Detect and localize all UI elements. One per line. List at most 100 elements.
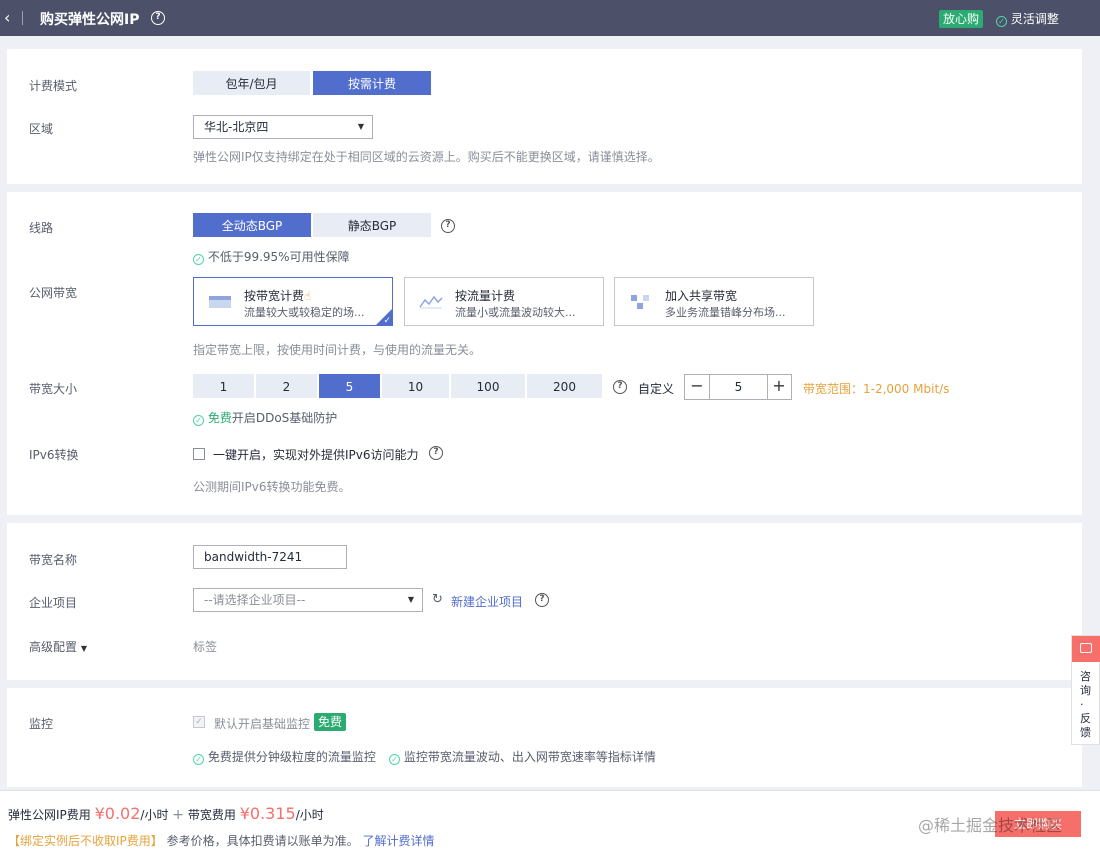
panel-monitor: [7, 688, 1082, 787]
ip-warning: 【绑定实例后不收取IP费用】: [8, 834, 163, 848]
panel-network: [7, 192, 1082, 515]
advanced-toggle[interactable]: 高级配置 ▼: [29, 638, 87, 655]
ip-price: ¥0.02: [94, 804, 141, 823]
line-label: 线路: [29, 221, 54, 235]
card-subtitle: 多业务流量错峰分布场...: [665, 306, 786, 319]
feedback-text: 咨询·反馈: [1080, 670, 1091, 739]
monitor-checkbox: ✓: [193, 716, 205, 728]
help-icon[interactable]: ?: [151, 11, 165, 25]
card-by-bandwidth[interactable]: 按带宽计费☝ 流量较大或较稳定的场... ✓: [193, 277, 393, 326]
shared-icon: [631, 295, 649, 309]
per-hour: /小时: [295, 808, 324, 822]
billing-option-yearly[interactable]: 包年/包月: [193, 71, 310, 95]
bandwidth-size-label: 带宽大小: [29, 382, 78, 396]
help-icon[interactable]: ?: [441, 219, 455, 233]
custom-label: 自定义: [638, 382, 675, 396]
bandwidth-input[interactable]: 5: [709, 375, 768, 399]
size-option-5[interactable]: 5: [319, 374, 380, 398]
card-by-traffic[interactable]: 按流量计费 流量小或流量波动较大...: [404, 277, 604, 326]
region-hint: 弹性公网IP仅支持绑定在处于相同区域的云资源上。购买后不能更换区域，请谨慎选择。: [193, 150, 660, 164]
bw-price: ¥0.315: [239, 804, 296, 823]
bandwidth-type-label: 公网带宽: [29, 286, 78, 300]
ref-text: 参考价格，具体扣费请以账单为准。: [166, 834, 359, 848]
bandwidth-range: 带宽范围：1-2,000 Mbit/s: [803, 382, 950, 396]
tag-label: 标签: [193, 640, 218, 654]
chevron-down-icon: ▼: [357, 122, 364, 131]
help-icon[interactable]: ?: [535, 593, 549, 607]
project-select[interactable]: --请选择企业项目-- ▼: [193, 588, 423, 612]
region-select[interactable]: 华北-北京四 ▼: [193, 115, 373, 139]
line-note: ✓ 不低于99.95%可用性保障: [193, 248, 350, 265]
minus-button[interactable]: −: [685, 375, 709, 399]
line-option-static-bgp[interactable]: 静态BGP: [313, 213, 431, 237]
top-bar: ‹ 购买弹性公网IP ? 放心购 ✓ 灵活调整: [0, 0, 1100, 36]
back-icon[interactable]: ‹: [4, 9, 10, 27]
new-project-link[interactable]: 新建企业项目: [451, 593, 523, 610]
card-title: 加入共享带宽: [665, 289, 738, 303]
help-icon[interactable]: ?: [613, 380, 627, 394]
size-option-2[interactable]: 2: [256, 374, 317, 398]
project-placeholder: --请选择企业项目--: [204, 593, 306, 607]
monitor-note-2: ✓ 监控带宽流量波动、出入网带宽速率等指标详情: [389, 748, 656, 765]
per-hour: /小时: [140, 808, 169, 822]
ip-fee-label: 弹性公网IP费用: [8, 808, 91, 822]
size-option-200[interactable]: 200: [527, 374, 602, 398]
thumbs-up-icon: ☝: [304, 289, 312, 303]
bandwidth-type-hint: 指定带宽上限，按使用时间计费，与使用的流量无关。: [193, 343, 482, 357]
billing-label: 计费模式: [29, 79, 78, 93]
price-summary: 弹性公网IP费用 ¥0.02/小时 + 带宽费用 ¥0.315/小时: [8, 804, 324, 823]
bandwidth-name-value: bandwidth-7241: [204, 550, 303, 564]
ipv6-checkbox[interactable]: [193, 448, 205, 460]
help-icon[interactable]: ?: [429, 446, 443, 460]
monitor-label: 监控: [29, 717, 54, 731]
check-circle-icon: ✓: [193, 415, 204, 426]
divider: [22, 11, 23, 25]
advanced-label: 高级配置: [29, 640, 78, 654]
caret-down-icon: ▼: [80, 644, 87, 653]
monitor-note-1: ✓ 免费提供分钟级粒度的流量监控: [193, 748, 376, 765]
ipv6-label: IPv6转换: [29, 448, 79, 462]
pricing-detail-link[interactable]: 了解计费详情: [362, 834, 434, 848]
plus-button[interactable]: +: [767, 375, 791, 399]
card-title: 按带宽计费☝: [244, 287, 311, 304]
bandwidth-icon: [209, 296, 231, 308]
traffic-icon: [419, 295, 443, 309]
size-option-10[interactable]: 10: [382, 374, 449, 398]
flex-adjust-label: 灵活调整: [1010, 12, 1059, 26]
watermark: @稀土掘金技术社区: [918, 816, 1063, 835]
region-value: 华北-北京四: [204, 120, 269, 134]
bw-fee-label: 带宽费用: [187, 808, 236, 822]
line-option-dynamic-bgp[interactable]: 全动态BGP: [193, 213, 311, 237]
check-circle-icon: ✓: [389, 754, 400, 765]
refresh-icon[interactable]: ↻: [432, 592, 443, 607]
size-option-1[interactable]: 1: [193, 374, 254, 398]
assurance-badge: 放心购: [939, 10, 984, 28]
price-notes: 【绑定实例后不收取IP费用】 参考价格，具体扣费请以账单为准。 了解计费详情: [8, 832, 434, 849]
ipv6-checkbox-label[interactable]: 一键开启，实现对外提供IPv6访问能力: [213, 446, 419, 463]
free-text: 免费: [207, 411, 232, 425]
free-badge: 免费: [314, 713, 347, 731]
name-label: 带宽名称: [29, 553, 78, 567]
monitor-checkbox-label: 默认开启基础监控: [214, 717, 311, 731]
check-circle-icon: ✓: [193, 254, 204, 265]
monitor-note-1-text: 免费提供分钟级粒度的流量监控: [207, 750, 376, 764]
size-option-100[interactable]: 100: [451, 374, 525, 398]
card-subtitle: 流量较大或较稳定的场...: [244, 306, 365, 319]
chevron-down-icon: ▼: [407, 595, 414, 604]
plus-sign: +: [172, 807, 185, 823]
page-title: 购买弹性公网IP: [40, 12, 140, 28]
monitor-note-2-text: 监控带宽流量波动、出入网带宽速率等指标详情: [403, 750, 656, 764]
bandwidth-name-input[interactable]: bandwidth-7241: [193, 545, 347, 569]
check-circle-icon: ✓: [193, 754, 204, 765]
billing-option-on-demand[interactable]: 按需计费: [313, 71, 431, 95]
card-title-text: 按带宽计费: [244, 289, 305, 303]
ipv6-hint: 公测期间IPv6转换功能免费。: [193, 480, 351, 494]
card-shared-bandwidth[interactable]: 加入共享带宽 多业务流量错峰分布场...: [614, 277, 814, 326]
region-label: 区域: [29, 122, 54, 136]
flex-adjust: ✓ 灵活调整: [996, 10, 1059, 28]
project-label: 企业项目: [29, 596, 78, 610]
ddos-note: ✓ 免费开启DDoS基础防护: [193, 409, 337, 426]
ddos-text: 开启DDoS基础防护: [231, 411, 338, 425]
feedback-sidebar[interactable]: 咨询·反馈: [1071, 635, 1100, 745]
check-circle-icon: ✓: [996, 16, 1007, 27]
